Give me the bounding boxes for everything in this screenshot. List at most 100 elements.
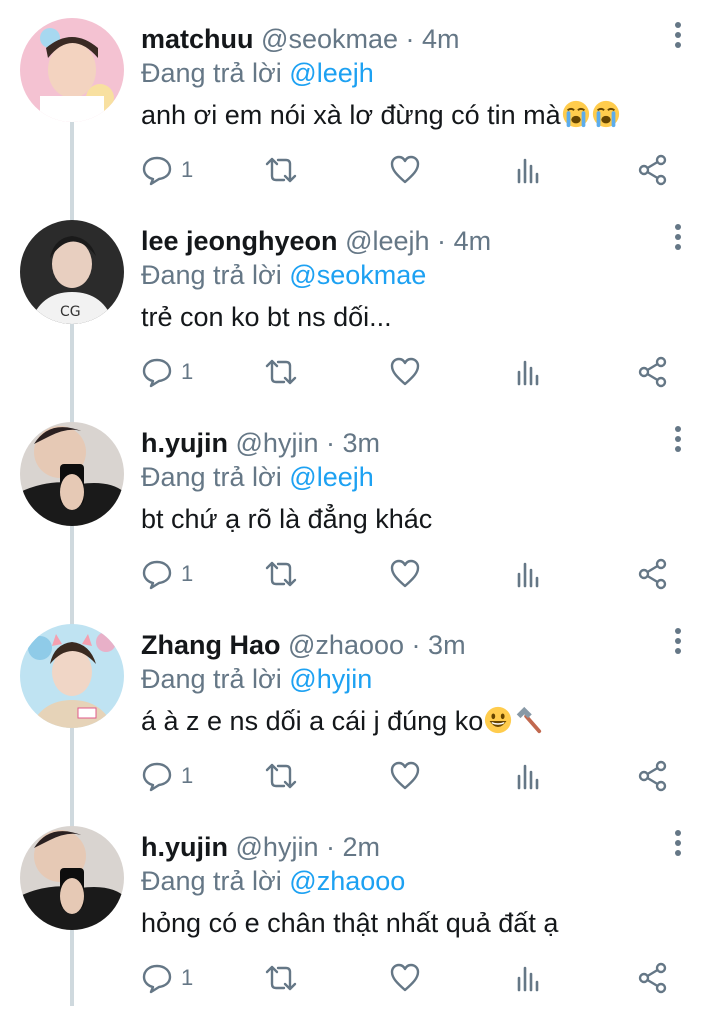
hammer-emoji xyxy=(516,706,542,734)
replying-prefix: Đang trả lời xyxy=(141,462,282,492)
tweet-card[interactable]: CG lee jeonghyeon @leejh · 4m Đang trả l… xyxy=(0,202,720,404)
retweet-button[interactable] xyxy=(265,554,297,594)
crying-emoji xyxy=(592,100,619,128)
reply-button[interactable]: 1 xyxy=(141,756,193,796)
like-button[interactable] xyxy=(389,352,421,392)
like-button[interactable] xyxy=(389,554,421,594)
heart-icon xyxy=(390,357,420,386)
more-options-icon[interactable] xyxy=(666,426,690,458)
avatar[interactable] xyxy=(20,422,124,526)
analytics-button[interactable] xyxy=(513,756,545,796)
analytics-button[interactable] xyxy=(513,554,545,594)
tweet-text-content: bt chứ ạ rõ là đẳng khác xyxy=(141,504,433,534)
display-name[interactable]: h.yujin xyxy=(141,832,228,862)
tweet-header: Zhang Hao @zhaooo · 3m xyxy=(141,628,650,662)
analytics-button[interactable] xyxy=(513,150,545,190)
retweet-icon xyxy=(265,763,297,789)
timestamp[interactable]: 3m xyxy=(428,630,466,660)
tweet-card[interactable]: h.yujin @hyjin · 2m Đang trả lời @zhaooo… xyxy=(0,808,720,1010)
separator-dot: · xyxy=(411,630,421,660)
user-handle[interactable]: @hyjin xyxy=(236,832,319,862)
reply-button[interactable]: 1 xyxy=(141,554,193,594)
display-name[interactable]: Zhang Hao xyxy=(141,630,281,660)
replying-to: Đang trả lời @seokmae xyxy=(141,258,426,292)
timestamp[interactable]: 2m xyxy=(343,832,381,862)
retweet-icon xyxy=(265,561,297,587)
tweet-actions: 1 xyxy=(141,554,681,594)
reply-count: 1 xyxy=(181,561,194,586)
tweet-actions: 1 xyxy=(141,756,681,796)
avatar[interactable] xyxy=(20,826,124,930)
retweet-button[interactable] xyxy=(265,150,297,190)
reply-count: 1 xyxy=(181,157,194,182)
replying-to: Đang trả lời @leejh xyxy=(141,56,374,90)
reply-count: 1 xyxy=(181,763,194,788)
tweet-text-content: hỏng có e chân thật nhất quả đất ạ xyxy=(141,908,559,938)
replying-prefix: Đang trả lời xyxy=(141,58,282,88)
reply-mention[interactable]: @zhaooo xyxy=(289,866,405,896)
share-button[interactable] xyxy=(637,756,669,796)
tweet-card[interactable]: Zhang Hao @zhaooo · 3m Đang trả lời @hyj… xyxy=(0,606,720,808)
more-options-icon[interactable] xyxy=(666,224,690,256)
retweet-button[interactable] xyxy=(265,958,297,998)
retweet-button[interactable] xyxy=(265,352,297,392)
share-icon xyxy=(638,356,667,388)
reply-button[interactable]: 1 xyxy=(141,958,193,998)
more-options-icon[interactable] xyxy=(666,830,690,862)
reply-mention[interactable]: @leejh xyxy=(289,58,373,88)
retweet-button[interactable] xyxy=(265,756,297,796)
like-button[interactable] xyxy=(389,756,421,796)
like-button[interactable] xyxy=(389,958,421,998)
heart-icon xyxy=(390,963,420,992)
tweet-actions: 1 xyxy=(141,150,681,190)
share-button[interactable] xyxy=(637,150,669,190)
share-button[interactable] xyxy=(637,554,669,594)
reply-icon xyxy=(142,964,172,994)
replying-to: Đang trả lời @hyjin xyxy=(141,662,372,696)
analytics-button[interactable] xyxy=(513,958,545,998)
user-handle[interactable]: @zhaooo xyxy=(288,630,404,660)
display-name[interactable]: matchuu xyxy=(141,24,254,54)
tweet-card[interactable]: h.yujin @hyjin · 3m Đang trả lời @leejh … xyxy=(0,404,720,606)
reply-button[interactable]: 1 xyxy=(141,352,193,392)
analytics-icon xyxy=(517,158,539,184)
avatar[interactable]: CG xyxy=(20,220,124,324)
reply-mention[interactable]: @seokmae xyxy=(289,260,426,290)
tweet-text-content: á à z e ns dối a cái j đúng ko xyxy=(141,706,484,736)
separator-dot: · xyxy=(405,24,415,54)
avatar-image xyxy=(20,422,124,526)
share-button[interactable] xyxy=(637,958,669,998)
grinning-emoji xyxy=(485,706,512,734)
tweet-header: h.yujin @hyjin · 3m xyxy=(141,426,650,460)
like-button[interactable] xyxy=(389,150,421,190)
display-name[interactable]: h.yujin xyxy=(141,428,228,458)
timestamp[interactable]: 3m xyxy=(343,428,381,458)
user-handle[interactable]: @leejh xyxy=(345,226,429,256)
user-handle[interactable]: @seokmae xyxy=(261,24,398,54)
reply-button[interactable]: 1 xyxy=(141,150,193,190)
tweet-header: lee jeonghyeon @leejh · 4m xyxy=(141,224,650,258)
tweet-card[interactable]: matchuu @seokmae · 4m Đang trả lời @leej… xyxy=(0,0,720,202)
tweet-text: á à z e ns dối a cái j đúng ko xyxy=(141,703,543,739)
retweet-icon xyxy=(265,359,297,385)
analytics-icon xyxy=(517,360,539,386)
avatar-image xyxy=(20,18,124,122)
analytics-button[interactable] xyxy=(513,352,545,392)
reply-mention[interactable]: @leejh xyxy=(289,462,373,492)
reply-mention[interactable]: @hyjin xyxy=(289,664,372,694)
share-icon xyxy=(638,558,667,590)
share-button[interactable] xyxy=(637,352,669,392)
avatar[interactable] xyxy=(20,18,124,122)
avatar-image xyxy=(20,826,124,930)
avatar[interactable] xyxy=(20,624,124,728)
replying-prefix: Đang trả lời xyxy=(141,664,282,694)
retweet-icon xyxy=(265,965,297,991)
display-name[interactable]: lee jeonghyeon xyxy=(141,226,338,256)
more-options-icon[interactable] xyxy=(666,22,690,54)
tweet-header: h.yujin @hyjin · 2m xyxy=(141,830,650,864)
timestamp[interactable]: 4m xyxy=(422,24,460,54)
more-options-icon[interactable] xyxy=(666,628,690,660)
tweet-actions: 1 xyxy=(141,958,681,998)
user-handle[interactable]: @hyjin xyxy=(236,428,319,458)
timestamp[interactable]: 4m xyxy=(454,226,492,256)
